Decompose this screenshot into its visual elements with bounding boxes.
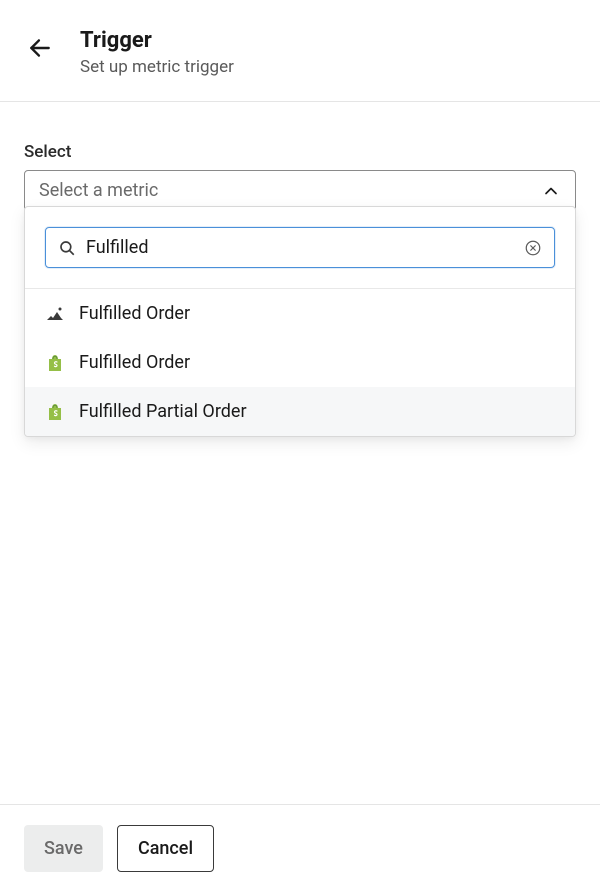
clear-search-button[interactable] [524, 239, 542, 257]
close-circle-icon [524, 239, 542, 257]
search-input-wrapper[interactable] [45, 227, 555, 268]
chevron-up-icon [541, 181, 561, 201]
option-label: Fulfilled Order [79, 303, 190, 324]
metric-select[interactable]: Select a metric [24, 170, 576, 211]
header-text-group: Trigger Set up metric trigger [80, 28, 234, 77]
page-footer: Save Cancel [0, 804, 600, 892]
custom-metric-icon [45, 304, 65, 324]
content-area: Select Select a metric [0, 102, 600, 211]
metric-option[interactable]: Fulfilled Partial Order [25, 387, 575, 436]
search-container [25, 207, 575, 289]
page-title: Trigger [80, 28, 234, 53]
select-placeholder: Select a metric [39, 180, 158, 201]
page-header: Trigger Set up metric trigger [0, 0, 600, 101]
shopify-icon [45, 353, 65, 373]
search-input[interactable] [86, 237, 514, 258]
option-label: Fulfilled Partial Order [79, 401, 247, 422]
arrow-left-icon [27, 35, 53, 61]
metric-option[interactable]: Fulfilled Order [25, 289, 575, 338]
options-list: Fulfilled Order Fulfilled Order [25, 289, 575, 436]
save-button[interactable]: Save [24, 825, 103, 872]
option-label: Fulfilled Order [79, 352, 190, 373]
page-subtitle: Set up metric trigger [80, 57, 234, 77]
shopify-icon [45, 402, 65, 422]
back-button[interactable] [24, 32, 56, 64]
select-label: Select [24, 142, 576, 162]
cancel-button[interactable]: Cancel [117, 825, 214, 872]
metric-option[interactable]: Fulfilled Order [25, 338, 575, 387]
metric-dropdown: Fulfilled Order Fulfilled Order [24, 206, 576, 437]
search-icon [58, 239, 76, 257]
